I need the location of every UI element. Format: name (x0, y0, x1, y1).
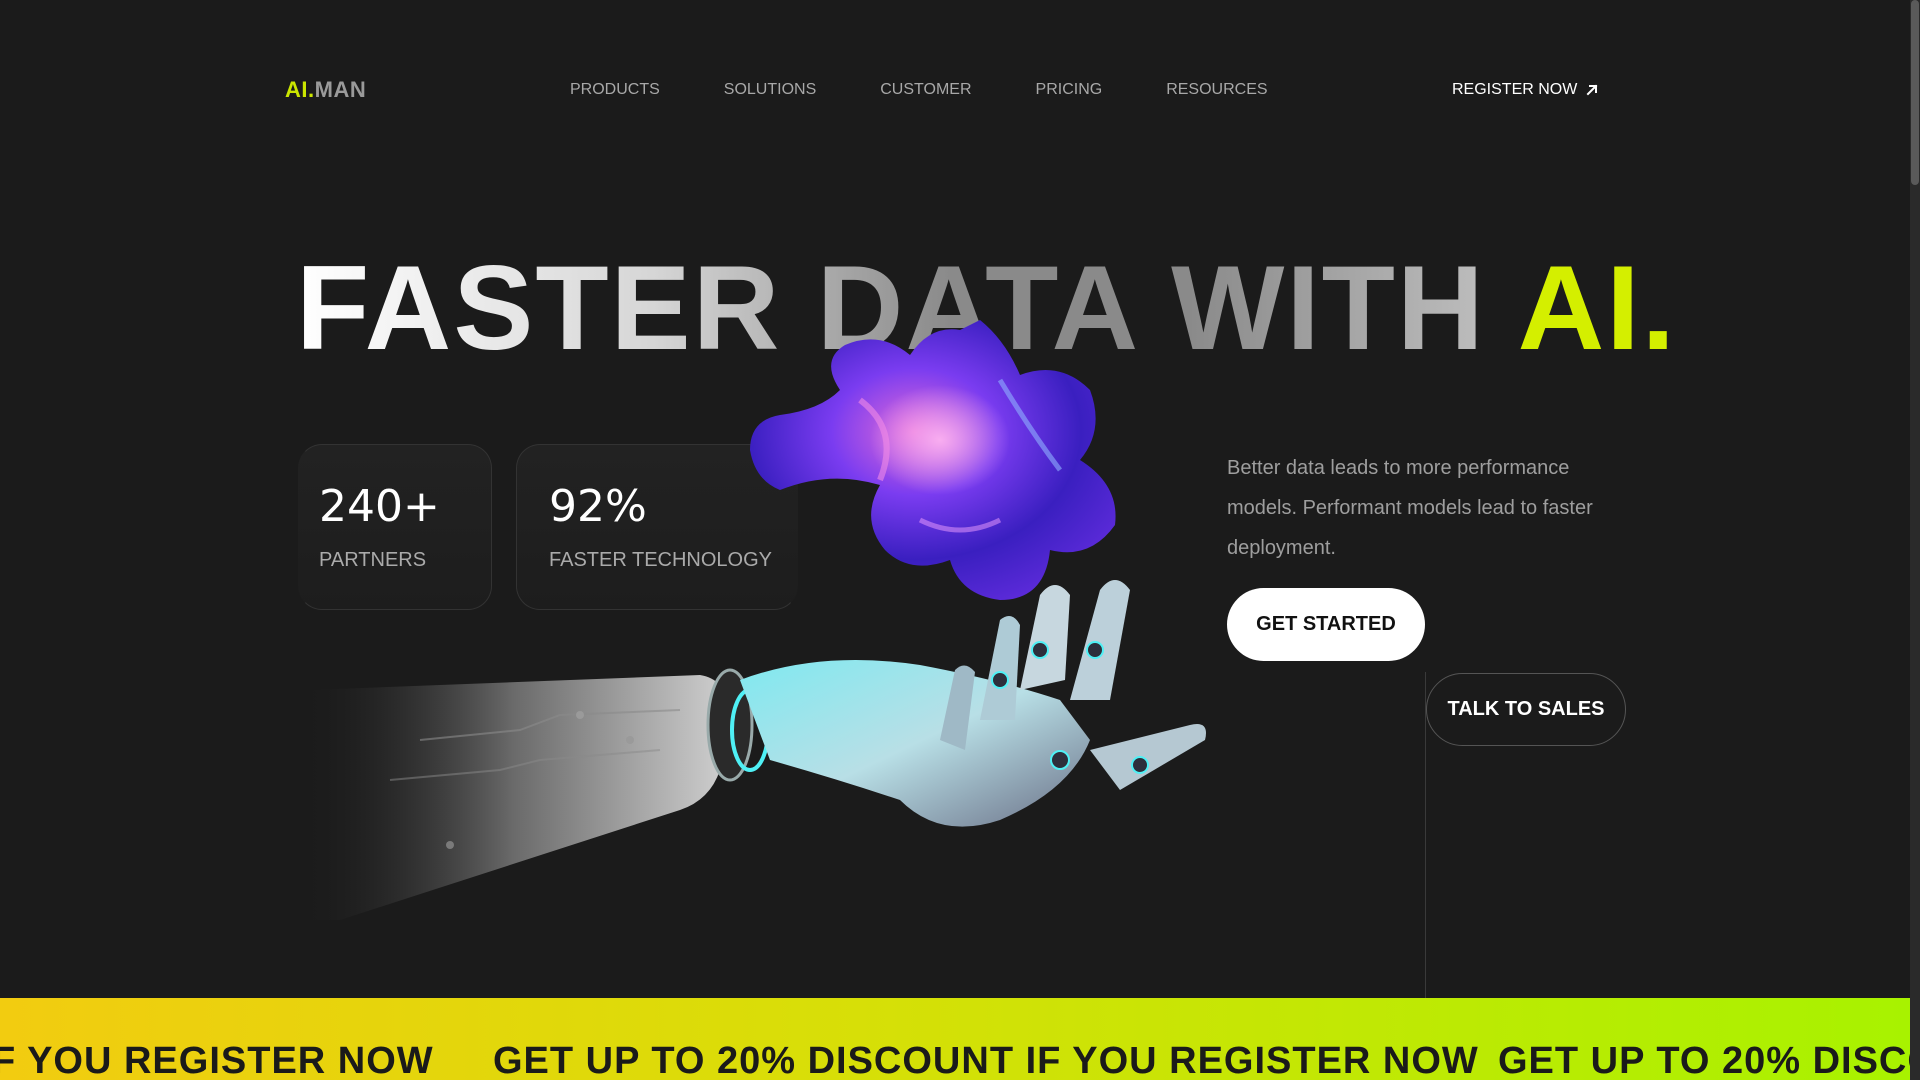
register-label: REGISTER NOW (1452, 81, 1578, 98)
hero-description: Better data leads to more performance mo… (1227, 457, 1593, 559)
page-scrollbar[interactable] (1910, 0, 1920, 1080)
nav-solutions[interactable]: SOLUTIONS (724, 81, 816, 99)
main-nav: PRODUCTS SOLUTIONS CUSTOMER PRICING RESO… (570, 81, 1332, 99)
promo-text-partial-right: GET UP TO 20% DISCO (1498, 1040, 1910, 1080)
talk-to-sales-button[interactable]: TALK TO SALES (1426, 673, 1626, 746)
divider-line (1425, 672, 1426, 998)
landing-page: AI.MAN PRODUCTS SOLUTIONS CUSTOMER PRICI… (0, 0, 1910, 1080)
nav-pricing[interactable]: PRICING (1036, 81, 1103, 99)
promo-text: GET UP TO 20% DISCOUNT IF YOU REGISTER N… (493, 1040, 1479, 1080)
register-now-link[interactable]: REGISTER NOW (1452, 81, 1599, 99)
promo-banner: F YOU REGISTER NOW GET UP TO 20% DISCOUN… (0, 998, 1910, 1080)
nav-resources[interactable]: RESOURCES (1166, 81, 1267, 99)
nav-customer[interactable]: CUSTOMER (880, 81, 971, 99)
robot-hand-icon (300, 580, 1206, 920)
promo-text-partial-left: F YOU REGISTER NOW (0, 1040, 434, 1080)
site-logo[interactable]: AI.MAN (285, 77, 366, 103)
logo-accent: AI. (285, 77, 315, 102)
logo-text: MAN (314, 77, 367, 102)
arrow-up-right-icon (1586, 84, 1598, 96)
nav-products[interactable]: PRODUCTS (570, 81, 660, 99)
headline-accent: AI. (1517, 241, 1677, 375)
hero-illustration (300, 320, 1206, 920)
crystal-blob-icon (750, 320, 1116, 600)
scrollbar-thumb[interactable] (1911, 0, 1919, 185)
get-started-button[interactable]: GET STARTED (1227, 588, 1425, 661)
